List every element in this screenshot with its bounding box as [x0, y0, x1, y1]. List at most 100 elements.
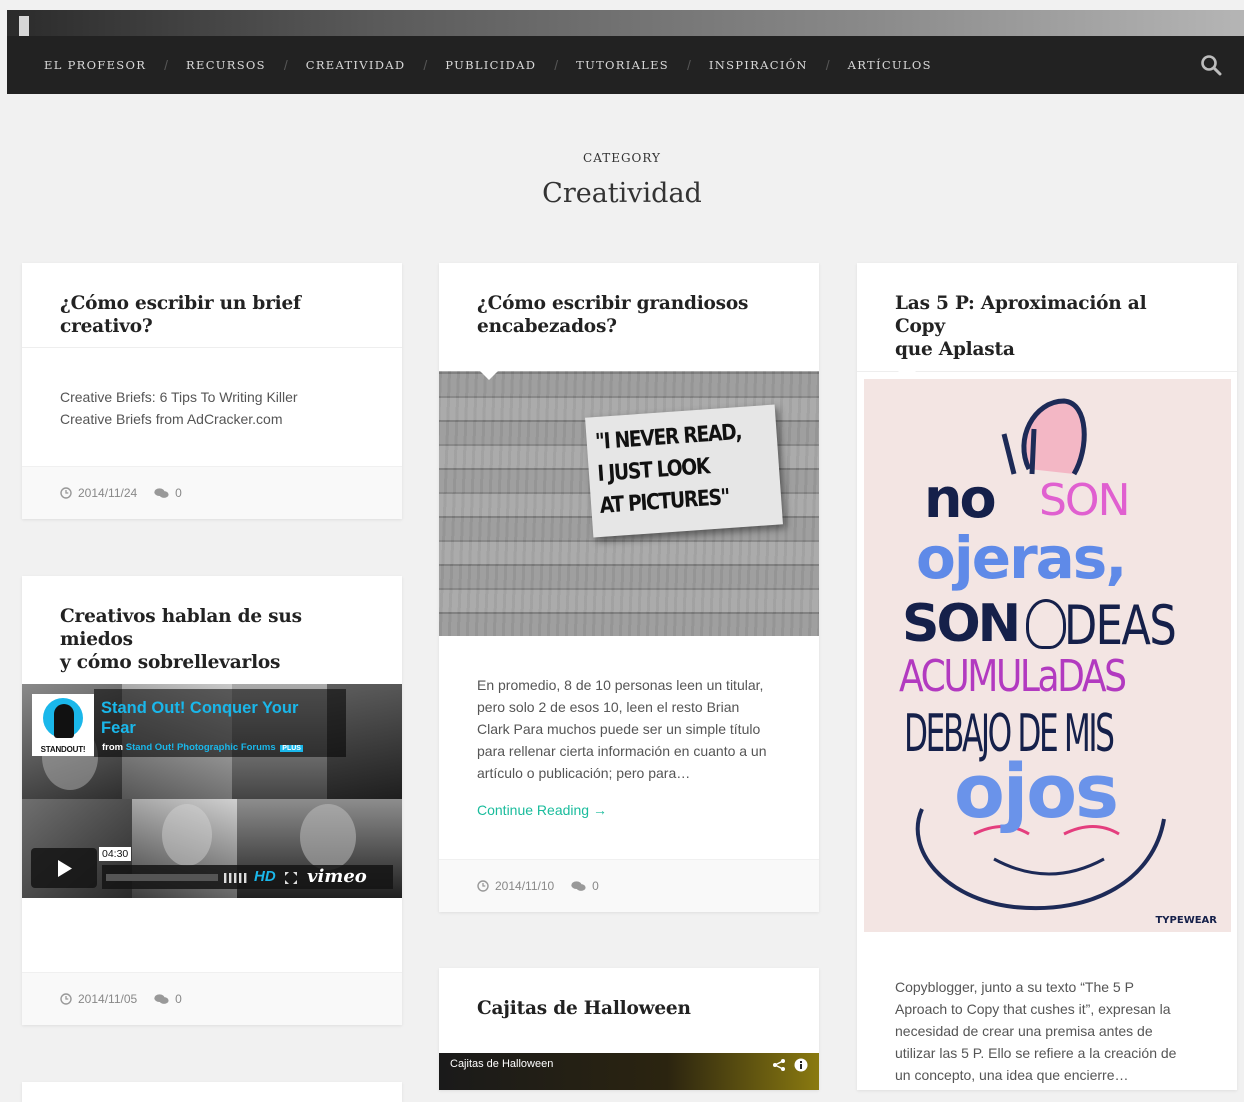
post-comments-count: 0: [592, 879, 599, 893]
quote-note: "I NEVER READ, I JUST LOOK AT PICTURES": [585, 404, 783, 538]
post-comments[interactable]: 0: [571, 879, 599, 893]
nav-link-creatividad[interactable]: CREATIVIDAD: [306, 58, 406, 72]
video-byline: from Stand Out! Photographic Forums PLUS: [102, 742, 303, 753]
post-card-encabezados: ¿Cómo escribir grandiosos encabezados? "…: [439, 263, 819, 912]
post-meta: 2014/11/24 0: [22, 466, 402, 519]
nav-item-tutoriales: TUTORIALES /: [576, 57, 709, 73]
nav-link-publicidad[interactable]: PUBLICIDAD: [445, 58, 536, 72]
nav-link-tutoriales[interactable]: TUTORIALES: [576, 58, 669, 72]
video-title[interactable]: Stand Out! Conquer Your Fear: [101, 698, 341, 738]
post-title-wrap: ¿Cómo escribir grandiosos encabezados?: [439, 263, 819, 338]
nav-link-inspiracion[interactable]: INSPIRACIÓN: [709, 58, 808, 72]
post-date-text: 2014/11/10: [495, 879, 555, 893]
search-button[interactable]: [1200, 54, 1222, 76]
halloween-video-embed[interactable]: Cajitas de Halloween: [439, 1053, 819, 1090]
nav-item-publicidad: PUBLICIDAD /: [445, 57, 576, 73]
post-excerpt: Copyblogger, junto a su texto “The 5 P A…: [895, 976, 1215, 1086]
post-card-brief: ¿Cómo escribir un brief creativo? Creati…: [22, 263, 402, 519]
post-date: 2014/11/10: [477, 879, 554, 893]
play-button[interactable]: [31, 848, 97, 888]
volume-icon[interactable]: [224, 871, 250, 883]
post-title-wrap: Las 5 P: Aproximación al Copy que Aplast…: [857, 263, 1237, 361]
lettering-poster-image[interactable]: no SON ojeras, SON DEAS ACUMULaDAS DEBAJ…: [864, 379, 1231, 932]
poster-word-acumuladas: ACUMULaDAS: [899, 651, 1127, 702]
poster-word-deas: DEAS: [1064, 594, 1177, 657]
post-excerpt: En promedio, 8 de 10 personas leen un ti…: [477, 674, 797, 784]
image-arrow: [480, 371, 498, 380]
nav-link-el-profesor[interactable]: EL PROFESOR: [44, 58, 146, 72]
poster-lightbulb-icon: [1026, 599, 1066, 649]
poster-word-son-1: SON: [1039, 475, 1130, 526]
comments-icon: [571, 880, 586, 891]
comments-icon: [154, 487, 169, 498]
nav-separator: /: [164, 57, 169, 73]
post-title[interactable]: Cajitas de Halloween: [477, 997, 781, 1020]
post-excerpt: Creative Briefs: 6 Tips To Writing Kille…: [60, 386, 370, 430]
excerpt-line: Clark Para muchos puede ser un simple tí…: [477, 721, 761, 737]
post-title-wrap: Cajitas de Halloween: [439, 968, 819, 1020]
info-icon[interactable]: [794, 1058, 808, 1072]
nav-item-el-profesor: EL PROFESOR /: [44, 57, 186, 73]
excerpt-line: Creative Briefs: 6 Tips To Writing Kille…: [60, 389, 298, 405]
nav-item-recursos: RECURSOS /: [186, 57, 306, 73]
post-title-line: que Aplasta: [895, 339, 1015, 360]
channel-logo-text: STANDOUT!: [40, 745, 86, 754]
post-title-line: y cómo sobrellevarlos: [60, 652, 281, 673]
vimeo-logo[interactable]: vimeo: [307, 866, 367, 887]
hd-toggle[interactable]: HD: [254, 868, 276, 885]
video-progress-track[interactable]: [106, 874, 218, 881]
post-comments-count: 0: [175, 992, 182, 1006]
clock-icon: [60, 993, 72, 1005]
channel-logo-figure: [54, 704, 74, 738]
post-meta: 2014/11/05 0: [22, 972, 402, 1025]
video-byline-prefix: from: [102, 742, 124, 753]
excerpt-line: En promedio, 8 de 10 personas leen un ti…: [477, 677, 764, 693]
channel-logo[interactable]: STANDOUT!: [32, 694, 94, 756]
clock-icon: [60, 487, 72, 499]
post-featured-image[interactable]: "I NEVER READ, I JUST LOOK AT PICTURES": [439, 371, 819, 636]
excerpt-line: necesidad de crear una premisa antes de: [895, 1023, 1153, 1039]
post-title[interactable]: Las 5 P: Aproximación al Copy que Aplast…: [895, 292, 1199, 361]
poster-word-no: no: [924, 467, 997, 530]
continue-reading-link[interactable]: Continue Reading →: [477, 802, 607, 818]
excerpt-line: artículo o publicación; pero para…: [477, 765, 691, 781]
post-title-wrap: Creativos hablan de sus miedos y cómo so…: [22, 576, 402, 674]
post-card-copy: Las 5 P: Aproximación al Copy que Aplast…: [857, 263, 1237, 1090]
post-title[interactable]: Creativos hablan de sus miedos y cómo so…: [60, 605, 364, 674]
post-title-line: Creativos hablan de sus miedos: [60, 606, 302, 650]
video-byline-source[interactable]: Stand Out! Photographic Forums: [126, 742, 276, 753]
nav-item-inspiracion: INSPIRACIÓN /: [709, 57, 848, 73]
post-date-text: 2014/11/24: [78, 486, 138, 500]
video-thumb-face: [300, 804, 356, 870]
post-comments-count: 0: [175, 486, 182, 500]
vimeo-video-embed[interactable]: STANDOUT! Stand Out! Conquer Your Fear f…: [22, 684, 402, 898]
video-embed-title[interactable]: Cajitas de Halloween: [450, 1058, 553, 1070]
excerpt-line: Aproach to Copy that cushes it”, expresa…: [895, 1001, 1171, 1017]
post-card-next: [22, 1082, 402, 1102]
post-comments[interactable]: 0: [154, 486, 182, 500]
clock-icon: [477, 880, 489, 892]
post-title[interactable]: ¿Cómo escribir un brief creativo?: [60, 292, 364, 338]
nav-separator: /: [283, 57, 288, 73]
fullscreen-icon[interactable]: [285, 872, 297, 884]
post-title-line: encabezados?: [477, 316, 617, 337]
excerpt-line: un concepto, una idea que encierre…: [895, 1067, 1129, 1083]
post-title[interactable]: ¿Cómo escribir grandiosos encabezados?: [477, 292, 781, 338]
post-comments[interactable]: 0: [154, 992, 182, 1006]
video-time-tooltip: 04:30: [99, 847, 132, 861]
post-title-wrap: ¿Cómo escribir un brief creativo?: [22, 263, 402, 338]
nav-link-recursos[interactable]: RECURSOS: [186, 58, 266, 72]
poster-word-ojeras: ojeras,: [916, 524, 1127, 592]
post-title-line: Las 5 P: Aproximación al Copy: [895, 293, 1147, 337]
post-card-miedos: Creativos hablan de sus miedos y cómo so…: [22, 576, 402, 1025]
post-title-line: ¿Cómo escribir grandiosos: [477, 293, 749, 314]
main-nav: EL PROFESOR / RECURSOS / CREATIVIDAD / PUBL…: [7, 36, 1244, 94]
nav-item-articulos: ARTÍCULOS: [848, 58, 932, 72]
share-icon[interactable]: [772, 1058, 786, 1072]
nav-separator: /: [825, 57, 830, 73]
nav-link-articulos[interactable]: ARTÍCULOS: [848, 58, 932, 72]
excerpt-line: pero solo 2 de esos 10, leen el resto Br…: [477, 699, 740, 715]
nav-separator: /: [423, 57, 428, 73]
excerpt-line: para rellenar cierta información en cuan…: [477, 743, 767, 759]
nav-item-creatividad: CREATIVIDAD /: [306, 57, 446, 73]
